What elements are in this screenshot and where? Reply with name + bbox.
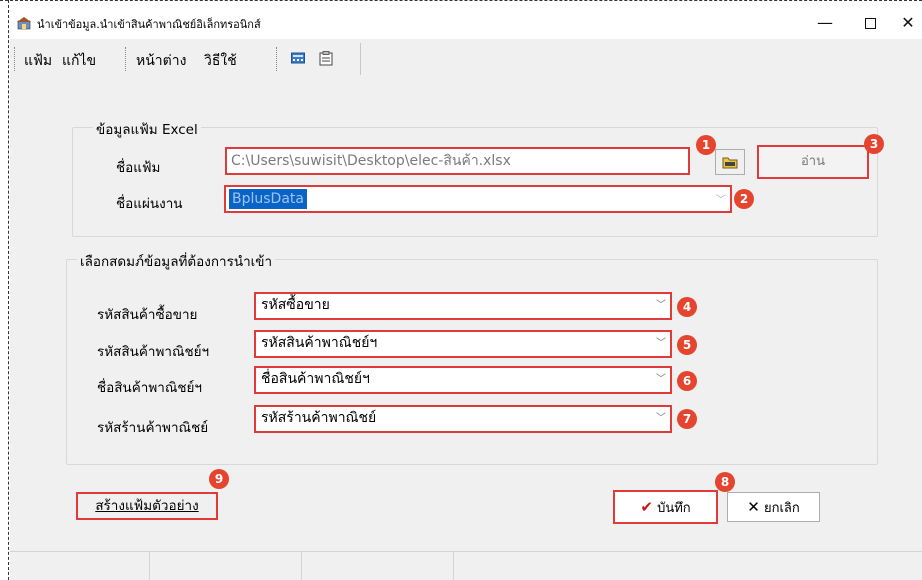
callout-badge-7: 7 [677, 409, 697, 429]
menu-bar: แฟ้ม แก้ไข หน้าต่าง วิธีใช้ [10, 39, 922, 77]
menu-item-help[interactable]: วิธีใช้ [204, 50, 237, 72]
app-icon [17, 17, 31, 30]
sheet-name-value: BplusData [229, 189, 307, 209]
window-title: นำเข้าข้อมูล.นำเข้าสินค้าพาณิชย์อิเล็กทร… [37, 18, 261, 31]
menu-item-window[interactable]: หน้าต่าง [136, 50, 186, 72]
menu-grip [14, 47, 15, 71]
create-sample-file-link[interactable]: สร้างแฟ้มตัวอย่าง [76, 492, 218, 520]
chevron-down-icon: ﹀ [656, 413, 666, 424]
clipboard-icon[interactable] [319, 51, 333, 66]
commerce-shop-code-value: รหัสร้านค้าพาณิชย์ [261, 410, 377, 426]
callout-badge-5: 5 [677, 335, 697, 355]
title-bar: นำเข้าข้อมูล.นำเข้าสินค้าพาณิชย์อิเล็กทร… [10, 6, 922, 39]
sheet-name-label: ชื่อแผ่นงาน [116, 196, 183, 212]
callout-badge-8: 8 [715, 472, 735, 492]
calculator-icon[interactable] [291, 51, 305, 65]
close-button[interactable]: ✕ [894, 10, 922, 36]
excel-group-title: ข้อมูลแฟ้ม Excel [93, 118, 201, 140]
maximize-button[interactable] [850, 10, 890, 36]
chevron-down-icon: ﹀ [656, 338, 666, 349]
commerce-product-code-select[interactable]: รหัสสินค้าพาณิชย์ฯ ﹀ [254, 330, 672, 358]
callout-badge-1: 1 [696, 135, 716, 155]
menu-grip [125, 47, 126, 71]
maximize-icon [864, 18, 876, 29]
status-bar [10, 551, 922, 580]
callout-badge-4: 4 [677, 297, 697, 317]
status-cell [302, 552, 454, 580]
commerce-product-name-value: ชื่อสินค้าพาณิชย์ฯ [261, 371, 370, 387]
screenshot-border-top [0, 0, 922, 1]
folder-icon [722, 157, 738, 169]
product-trade-code-label: รหัสสินค้าซื้อขาย [97, 307, 198, 323]
commerce-shop-code-label: รหัสร้านค้าพาณิชย์ [97, 420, 209, 436]
chevron-down-icon: ﹀ [656, 300, 666, 311]
file-path-input[interactable]: C:\Users\suwisit\Desktop\elec-สินค้า.xls… [225, 147, 690, 175]
close-icon: ✕ [747, 498, 760, 516]
checkmark-icon: ✔ [640, 498, 653, 516]
save-button-label: บันทึก [657, 501, 691, 516]
commerce-product-name-label: ชื่อสินค้าพาณิชย์ฯ [97, 380, 203, 396]
callout-badge-2: 2 [734, 189, 754, 209]
browse-file-button[interactable] [715, 149, 745, 175]
screenshot-border-left [8, 0, 9, 580]
chevron-down-icon: ﹀ [656, 374, 666, 385]
commerce-product-code-label: รหัสสินค้าพาณิชย์ฯ [97, 344, 210, 360]
cancel-button[interactable]: ✕ ยกเลิก [727, 492, 820, 522]
commerce-product-code-value: รหัสสินค้าพาณิชย์ฯ [261, 335, 378, 351]
status-cell [10, 552, 150, 580]
excel-file-group: ข้อมูลแฟ้ม Excel [72, 118, 878, 237]
callout-badge-9: 9 [209, 469, 229, 489]
commerce-product-name-select[interactable]: ชื่อสินค้าพาณิชย์ฯ ﹀ [254, 366, 672, 394]
read-button[interactable]: อ่าน [757, 145, 869, 179]
cancel-button-label: ยกเลิก [763, 501, 800, 516]
product-trade-code-select[interactable]: รหัสซื้อขาย ﹀ [254, 292, 672, 320]
column-group-title: เลือกสดมภ์ข้อมูลที่ต้องการนำเข้า [77, 250, 276, 272]
minimize-button[interactable]: — [805, 10, 845, 36]
menu-separator [360, 43, 361, 75]
callout-badge-6: 6 [677, 371, 697, 391]
save-button[interactable]: ✔ บันทึก [613, 490, 718, 524]
callout-badge-3: 3 [864, 134, 884, 154]
product-trade-code-value: รหัสซื้อขาย [261, 297, 330, 313]
chevron-down-icon: ﹀ [716, 195, 726, 206]
menu-item-edit[interactable]: แก้ไข [62, 50, 96, 72]
sheet-name-select[interactable]: BplusData ﹀ [224, 185, 732, 213]
import-window: นำเข้าข้อมูล.นำเข้าสินค้าพาณิชย์อิเล็กทร… [10, 6, 922, 580]
toolbar-grip [276, 47, 277, 71]
commerce-shop-code-select[interactable]: รหัสร้านค้าพาณิชย์ ﹀ [254, 405, 672, 433]
file-name-label: ชื่อแฟ้ม [116, 160, 161, 176]
status-cell [150, 552, 302, 580]
menu-item-file[interactable]: แฟ้ม [24, 50, 52, 72]
